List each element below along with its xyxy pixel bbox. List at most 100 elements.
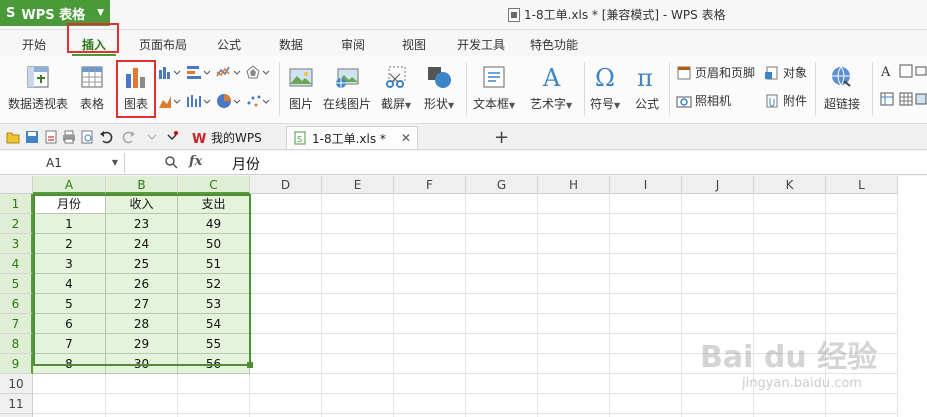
cell-d4[interactable] — [250, 254, 322, 274]
cell-f11[interactable] — [394, 394, 466, 414]
cell-k11[interactable] — [754, 394, 826, 414]
cell-l11[interactable] — [826, 394, 898, 414]
row-header-7[interactable]: 7 — [0, 314, 33, 334]
cell-c1[interactable]: 支出 — [178, 194, 250, 214]
camera-button[interactable]: 照相机 — [676, 92, 731, 109]
cell-l2[interactable] — [826, 214, 898, 234]
cell-g4[interactable] — [466, 254, 538, 274]
cell-a6[interactable]: 5 — [33, 294, 106, 314]
stock-chart-icon[interactable] — [186, 93, 212, 109]
scatter-chart-icon[interactable] — [246, 93, 272, 109]
cell-c8[interactable]: 55 — [178, 334, 250, 354]
cell-c6[interactable]: 53 — [178, 294, 250, 314]
cell-a7[interactable]: 6 — [33, 314, 106, 334]
cell-i6[interactable] — [610, 294, 682, 314]
cell-a1[interactable]: 月份 — [33, 194, 106, 214]
cell-b2[interactable]: 23 — [106, 214, 178, 234]
chevron-down-icon[interactable]: ▼ — [112, 158, 118, 167]
column-header-i[interactable]: I — [610, 176, 682, 194]
cell-b7[interactable]: 28 — [106, 314, 178, 334]
tab-formulas[interactable]: 公式 — [217, 36, 241, 53]
print-icon[interactable] — [62, 130, 76, 144]
cell-k4[interactable] — [754, 254, 826, 274]
cell-h3[interactable] — [538, 234, 610, 254]
tab-page-layout[interactable]: 页面布局 — [139, 36, 187, 53]
cell-k2[interactable] — [754, 214, 826, 234]
cell-j5[interactable] — [682, 274, 754, 294]
column-header-a[interactable]: A — [33, 176, 106, 194]
cell-d9[interactable] — [250, 354, 322, 374]
open-folder-icon[interactable] — [6, 130, 20, 144]
cell-a8[interactable]: 7 — [33, 334, 106, 354]
online-picture-button[interactable]: 在线图片 — [323, 64, 371, 112]
cell-d5[interactable] — [250, 274, 322, 294]
object-button[interactable]: 对象 — [764, 64, 807, 81]
cell-d8[interactable] — [250, 334, 322, 354]
cell-k5[interactable] — [754, 274, 826, 294]
cell-k3[interactable] — [754, 234, 826, 254]
cell-c7[interactable]: 54 — [178, 314, 250, 334]
cell-h1[interactable] — [538, 194, 610, 214]
cell-j11[interactable] — [682, 394, 754, 414]
undo-icon[interactable] — [99, 130, 113, 144]
column-header-d[interactable]: D — [250, 176, 322, 194]
cell-e4[interactable] — [322, 254, 394, 274]
cell-e6[interactable] — [322, 294, 394, 314]
customize-quick-access-icon[interactable] — [165, 130, 179, 144]
cell-c9[interactable]: 56 — [178, 354, 250, 374]
column-header-l[interactable]: L — [826, 176, 898, 194]
cell-h8[interactable] — [538, 334, 610, 354]
cell-f4[interactable] — [394, 254, 466, 274]
shapes-button[interactable]: 形状▼ — [424, 64, 454, 112]
select-all-corner[interactable] — [0, 176, 33, 194]
cell-f10[interactable] — [394, 374, 466, 394]
cell-l3[interactable] — [826, 234, 898, 254]
row-header-3[interactable]: 3 — [0, 234, 33, 254]
cell-j1[interactable] — [682, 194, 754, 214]
fill-handle[interactable] — [247, 362, 253, 368]
cell-d6[interactable] — [250, 294, 322, 314]
cell-d7[interactable] — [250, 314, 322, 334]
cell-i7[interactable] — [610, 314, 682, 334]
cell-j7[interactable] — [682, 314, 754, 334]
textbox-small-icon[interactable] — [899, 64, 913, 78]
cell-f3[interactable] — [394, 234, 466, 254]
textbox-button[interactable]: 文本框▼ — [473, 64, 515, 112]
cell-g8[interactable] — [466, 334, 538, 354]
cell-b5[interactable]: 26 — [106, 274, 178, 294]
column-header-j[interactable]: J — [682, 176, 754, 194]
cell-k1[interactable] — [754, 194, 826, 214]
tab-data[interactable]: 数据 — [279, 36, 303, 53]
cell-b6[interactable]: 27 — [106, 294, 178, 314]
cell-f2[interactable] — [394, 214, 466, 234]
formula-input[interactable]: 月份 — [232, 154, 260, 174]
cell-e11[interactable] — [322, 394, 394, 414]
cell-l1[interactable] — [826, 194, 898, 214]
redo-icon[interactable] — [122, 130, 136, 144]
column-header-e[interactable]: E — [322, 176, 394, 194]
cell-f1[interactable] — [394, 194, 466, 214]
cell-g3[interactable] — [466, 234, 538, 254]
cell-i4[interactable] — [610, 254, 682, 274]
bar-chart-small-icon[interactable] — [186, 65, 212, 79]
image-small-icon[interactable] — [915, 92, 927, 106]
zoom-icon[interactable] — [164, 155, 178, 169]
name-box[interactable]: A1 ▼ — [0, 153, 125, 173]
cell-f9[interactable] — [394, 354, 466, 374]
header-footer-button[interactable]: 页眉和页脚 — [676, 64, 755, 81]
tab-developer[interactable]: 开发工具 — [457, 36, 505, 53]
shape-small-icon[interactable] — [915, 64, 927, 78]
cell-l4[interactable] — [826, 254, 898, 274]
cell-b4[interactable]: 25 — [106, 254, 178, 274]
cell-d10[interactable] — [250, 374, 322, 394]
tab-features[interactable]: 特色功能 — [530, 36, 578, 53]
cell-e2[interactable] — [322, 214, 394, 234]
row-header-11[interactable]: 11 — [0, 394, 33, 414]
cell-j6[interactable] — [682, 294, 754, 314]
cell-f7[interactable] — [394, 314, 466, 334]
column-header-c[interactable]: C — [178, 176, 250, 194]
cell-b8[interactable]: 29 — [106, 334, 178, 354]
row-header-10[interactable]: 10 — [0, 374, 33, 394]
cell-l5[interactable] — [826, 274, 898, 294]
cell-e1[interactable] — [322, 194, 394, 214]
